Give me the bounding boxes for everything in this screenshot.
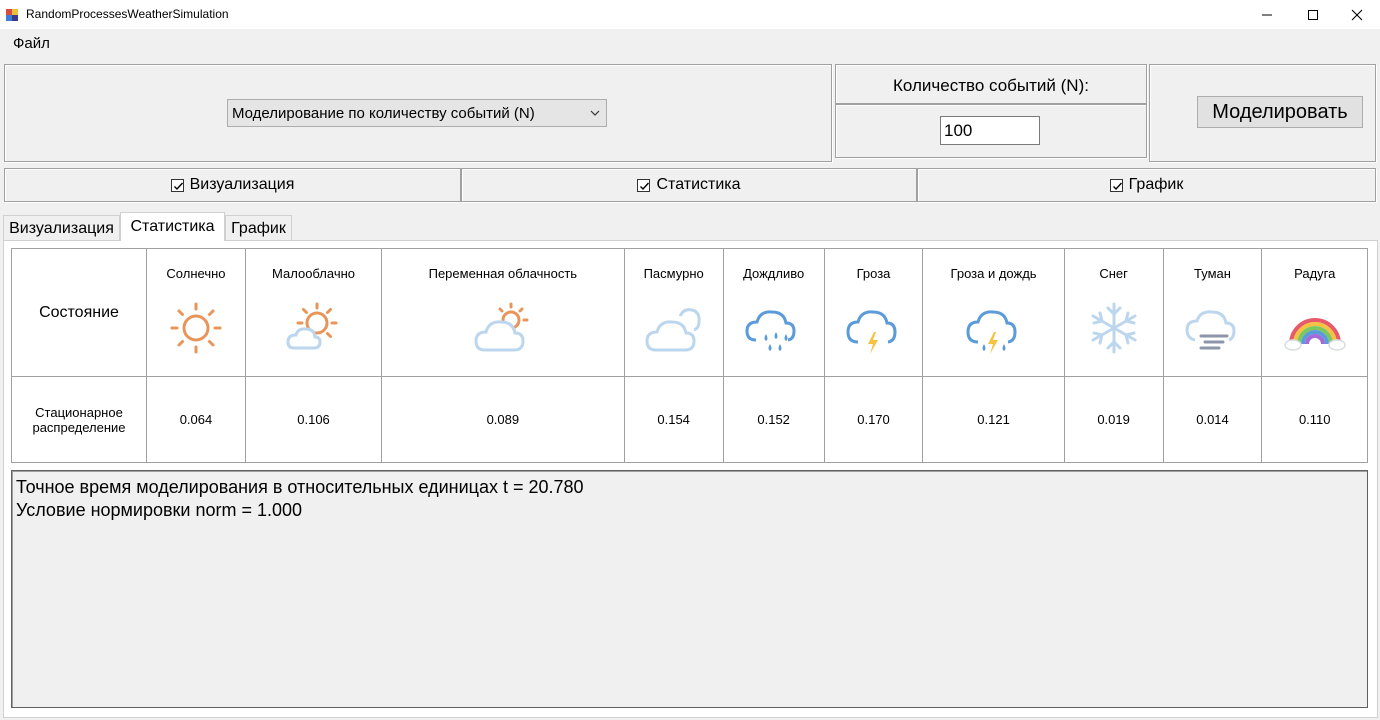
distribution-value: 0.064: [146, 376, 246, 463]
fog-icon: [1184, 310, 1236, 350]
distribution-value: 0.121: [922, 376, 1065, 463]
minimize-button[interactable]: [1244, 0, 1290, 29]
rainbow-icon: [1283, 318, 1346, 351]
thunderstorm-icon: [845, 310, 897, 354]
cloudy-icon: [645, 308, 701, 352]
window-title: RandomProcessesWeatherSimulation: [26, 7, 229, 21]
count-label: Количество событий (N):: [893, 76, 1089, 95]
state-name: Туман: [1194, 266, 1231, 281]
state-cell-thunderstorm: Гроза: [823, 248, 924, 377]
distribution-value: 0.152: [722, 376, 825, 463]
mode-select[interactable]: Моделирование по количеству событий (N): [227, 99, 607, 127]
chart-checkbox[interactable]: График: [917, 168, 1376, 202]
state-name: Малооблачно: [272, 266, 356, 281]
state-cell-rainbow: Радуга: [1261, 248, 1368, 377]
mode-select-value: Моделирование по количеству событий (N): [232, 105, 535, 122]
state-header-cell: Состояние: [11, 248, 147, 377]
distribution-value: 0.170: [823, 376, 924, 463]
state-name: Пасмурно: [643, 266, 704, 281]
state-name: Гроза и дождь: [950, 266, 1037, 281]
thunder-rain-icon: [966, 310, 1017, 354]
menu-file[interactable]: Файл: [13, 35, 50, 52]
distribution-header-cell: Стационарное распределение: [11, 376, 147, 463]
chart-checkbox-label: График: [1128, 176, 1184, 193]
simulate-button[interactable]: Моделировать: [1197, 96, 1363, 128]
visualization-checkbox-label: Визуализация: [189, 176, 295, 193]
results-textbox[interactable]: Точное время моделирования в относительн…: [11, 470, 1368, 708]
maximize-button[interactable]: [1290, 0, 1336, 29]
visualization-checkbox[interactable]: Визуализация: [4, 168, 461, 202]
state-cell-partly-cloudy: Переменная облачность: [381, 248, 625, 377]
title-bar: RandomProcessesWeatherSimulation: [0, 0, 1380, 29]
state-name: Радуга: [1294, 266, 1336, 281]
state-cell-fog: Туман: [1162, 248, 1263, 377]
state-name: Дождливо: [743, 266, 805, 281]
maximize-icon: [1308, 9, 1318, 20]
checkbox-checked-icon: [637, 178, 651, 192]
count-input[interactable]: [940, 116, 1040, 145]
tab-chart[interactable]: График: [225, 215, 292, 241]
close-icon: [1351, 9, 1363, 20]
distribution-value: 0.110: [1261, 376, 1368, 463]
rain-icon: [745, 310, 796, 351]
state-cell-rainy: Дождливо: [722, 248, 825, 377]
tab-visualization[interactable]: Визуализация: [3, 215, 120, 241]
distribution-value: 0.106: [244, 376, 383, 463]
distribution-value: 0.014: [1162, 376, 1263, 463]
statistics-table: Состояние Солнечно Малооблачно Переменна…: [11, 248, 1368, 463]
result-line-norm: Условие нормировки norm = 1.000: [16, 500, 303, 520]
checkbox-checked-icon: [1109, 178, 1123, 192]
sun-cloud-icon: [286, 302, 338, 350]
table-row-states: Состояние Солнечно Малооблачно Переменна…: [11, 248, 1368, 377]
state-cell-mostly-clear: Малооблачно: [244, 248, 383, 377]
state-name: Солнечно: [166, 266, 226, 281]
state-cell-snow: Снег: [1063, 248, 1164, 377]
minimize-icon: [1262, 14, 1272, 15]
table-row-distribution: Стационарное распределение 0.064 0.106 0…: [11, 376, 1368, 463]
tab-statistics[interactable]: Статистика: [120, 212, 225, 241]
state-name: Снег: [1099, 266, 1128, 281]
snowflake-icon: [1091, 302, 1137, 354]
state-cell-overcast: Пасмурно: [623, 248, 724, 377]
chevron-down-icon: [590, 110, 600, 116]
statistics-checkbox-label: Статистика: [656, 176, 741, 193]
state-cell-sunny: Солнечно: [146, 248, 246, 377]
distribution-value: 0.019: [1063, 376, 1164, 463]
partly-cloudy-icon: [474, 302, 529, 352]
menu-bar: Файл: [0, 29, 1380, 57]
distribution-value: 0.154: [623, 376, 724, 463]
app-window: RandomProcessesWeatherSimulation Файл Мо…: [0, 0, 1380, 720]
sun-icon: [170, 302, 222, 354]
distribution-value: 0.089: [381, 376, 625, 463]
state-name: Гроза: [856, 266, 891, 281]
state-name: Переменная облачность: [428, 266, 578, 281]
app-icon: [6, 9, 18, 21]
statistics-checkbox[interactable]: Статистика: [461, 168, 917, 202]
close-button[interactable]: [1334, 0, 1380, 29]
checkbox-checked-icon: [170, 178, 184, 192]
state-cell-thunder-rain: Гроза и дождь: [922, 248, 1065, 377]
result-line-time: Точное время моделирования в относительн…: [16, 477, 584, 497]
